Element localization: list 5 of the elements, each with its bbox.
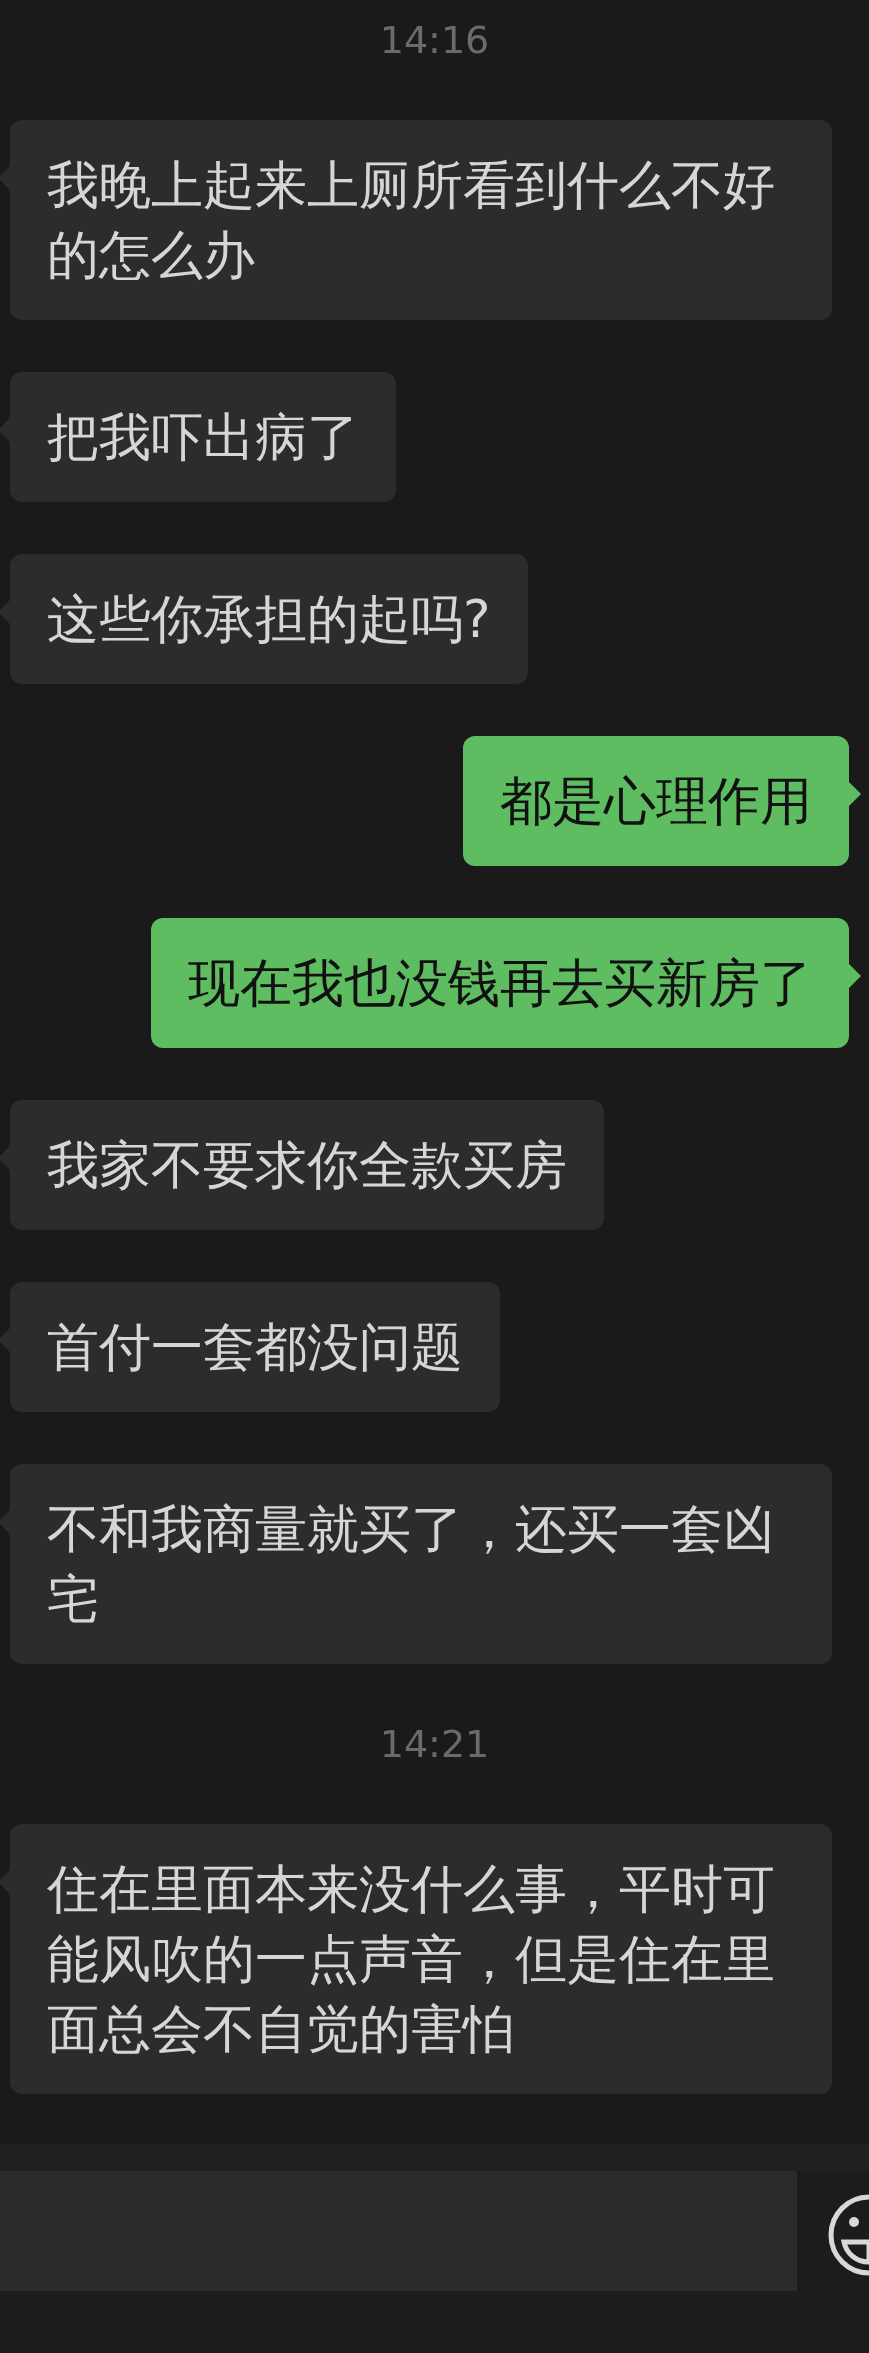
timestamp: 14:21 — [379, 1720, 490, 1768]
timestamp: 14:16 — [379, 16, 490, 64]
bubble-tail — [849, 964, 861, 988]
smiley-icon[interactable] — [828, 2194, 869, 2276]
bubble-tail — [849, 782, 861, 806]
